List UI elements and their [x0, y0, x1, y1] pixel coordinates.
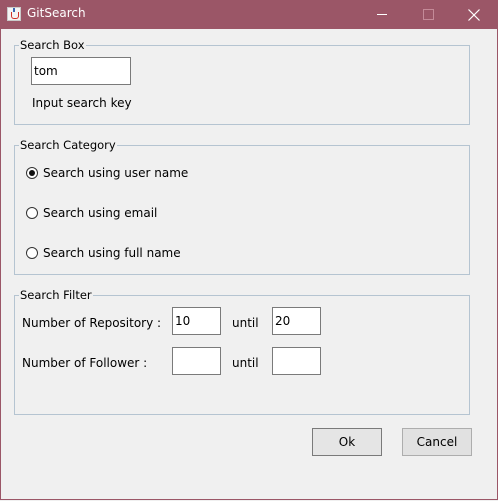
ok-button[interactable]: Ok	[312, 428, 382, 456]
maximize-button[interactable]	[405, 0, 451, 29]
follower-max-input[interactable]	[272, 347, 321, 375]
search-key-hint: Input search key	[32, 96, 132, 110]
window-title: GitSearch	[27, 6, 86, 20]
radio-user-name[interactable]	[26, 167, 38, 179]
search-category-legend: Search Category	[20, 138, 116, 152]
search-box-legend: Search Box	[20, 38, 85, 52]
follower-min-input[interactable]	[172, 347, 221, 375]
close-icon	[468, 9, 480, 21]
radio-email[interactable]	[26, 207, 38, 219]
minimize-button[interactable]	[359, 0, 405, 29]
repository-until-label: until	[232, 316, 259, 330]
minimize-icon	[377, 14, 387, 15]
search-filter-legend: Search Filter	[20, 288, 92, 302]
close-button[interactable]	[451, 0, 497, 29]
radio-full-name[interactable]	[26, 247, 38, 259]
radio-user-name-label[interactable]: Search using user name	[43, 166, 188, 180]
java-app-icon	[7, 7, 21, 21]
repository-max-input[interactable]: 20	[272, 307, 321, 335]
title-bar: GitSearch	[0, 0, 498, 29]
repository-min-input[interactable]: 10	[172, 307, 221, 335]
radio-full-name-label[interactable]: Search using full name	[43, 246, 181, 260]
search-key-input[interactable]: tom	[31, 57, 131, 85]
repository-count-label: Number of Repository :	[22, 316, 162, 330]
cancel-button[interactable]: Cancel	[402, 428, 472, 456]
follower-until-label: until	[232, 356, 259, 370]
radio-email-label[interactable]: Search using email	[43, 206, 157, 220]
maximize-icon	[423, 9, 434, 20]
search-filter-group: Search Filter	[14, 288, 470, 415]
follower-count-label: Number of Follower :	[22, 356, 148, 370]
